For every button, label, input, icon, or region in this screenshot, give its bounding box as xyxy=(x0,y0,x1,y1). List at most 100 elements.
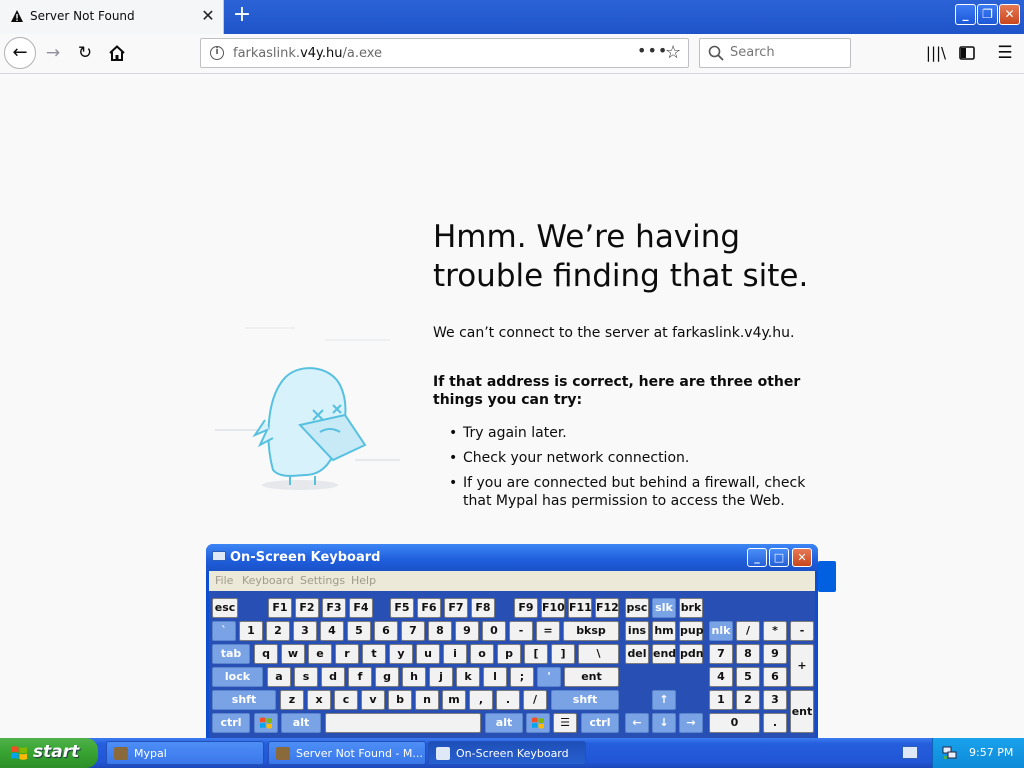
osk-key-right-alt[interactable]: alt xyxy=(485,713,523,733)
url-bar[interactable]: i farkaslink.v4y.hu/a.exe ••• ☆ xyxy=(200,38,689,68)
url-text[interactable]: farkaslink.v4y.hu/a.exe xyxy=(233,46,382,61)
osk-titlebar[interactable]: On-Screen Keyboard _ □ ✕ xyxy=(206,544,818,571)
osk-key-f7[interactable]: F7 xyxy=(444,598,468,618)
osk-key-numpad-1[interactable]: 1 xyxy=(709,690,733,710)
osk-key-e[interactable]: e xyxy=(308,644,332,664)
osk-key-period[interactable]: . xyxy=(496,690,520,710)
osk-key-6[interactable]: 6 xyxy=(374,621,398,641)
osk-key-arrow-down[interactable]: ↓ xyxy=(652,713,676,733)
osk-key-backspace[interactable]: bksp xyxy=(563,621,619,641)
osk-menu-help[interactable]: Help xyxy=(351,574,376,587)
osk-key-s[interactable]: s xyxy=(294,667,318,687)
osk-key-right-shift[interactable]: shft xyxy=(551,690,619,710)
osk-key-end[interactable]: end xyxy=(652,644,676,664)
osk-key-9[interactable]: 9 xyxy=(455,621,479,641)
osk-key-numpad-divide[interactable]: / xyxy=(736,621,760,641)
osk-key-f[interactable]: f xyxy=(348,667,372,687)
osk-key-del[interactable]: del xyxy=(625,644,649,664)
osk-key-f5[interactable]: F5 xyxy=(390,598,414,618)
osk-key-q[interactable]: q xyxy=(254,644,278,664)
osk-key-x[interactable]: x xyxy=(307,690,331,710)
osk-key-1[interactable]: 1 xyxy=(239,621,263,641)
tab-close-icon[interactable]: ✕ xyxy=(198,6,218,26)
forward-button[interactable]: → xyxy=(38,38,68,68)
window-close-button[interactable]: ✕ xyxy=(999,4,1020,25)
osk-key-4[interactable]: 4 xyxy=(320,621,344,641)
osk-key-backslash[interactable]: \ xyxy=(578,644,619,664)
osk-key-numpad-9[interactable]: 9 xyxy=(763,644,787,664)
osk-key-j[interactable]: j xyxy=(429,667,453,687)
library-button[interactable]: |||\ xyxy=(921,38,951,68)
osk-minimize-button[interactable]: _ xyxy=(747,548,767,567)
osk-key-pdn[interactable]: pdn xyxy=(679,644,704,664)
osk-key-y[interactable]: y xyxy=(389,644,413,664)
osk-key-equals[interactable]: = xyxy=(536,621,560,641)
osk-key-f9[interactable]: F9 xyxy=(514,598,538,618)
osk-key-l[interactable]: l xyxy=(483,667,507,687)
osk-key-esc[interactable]: esc xyxy=(212,598,238,618)
osk-key-c[interactable]: c xyxy=(334,690,358,710)
clock[interactable]: 9:57 PM xyxy=(969,746,1013,759)
osk-key-t[interactable]: t xyxy=(362,644,386,664)
osk-key-quote[interactable]: ' xyxy=(537,667,561,687)
osk-key-f12[interactable]: F12 xyxy=(595,598,619,618)
osk-key-f3[interactable]: F3 xyxy=(322,598,346,618)
taskbar-item-server-not-found[interactable]: Server Not Found - M... xyxy=(268,741,426,765)
osk-key-pup[interactable]: pup xyxy=(679,621,704,641)
reload-button[interactable]: ↻ xyxy=(70,38,100,68)
try-again-button[interactable] xyxy=(818,561,836,592)
osk-key-o[interactable]: o xyxy=(470,644,494,664)
window-minimize-button[interactable]: _ xyxy=(955,4,976,25)
osk-key-capslock[interactable]: lock xyxy=(212,667,263,687)
osk-key-p[interactable]: p xyxy=(497,644,521,664)
osk-key-v[interactable]: v xyxy=(361,690,385,710)
osk-key-f1[interactable]: F1 xyxy=(268,598,292,618)
home-button[interactable] xyxy=(102,38,132,68)
osk-key-d[interactable]: d xyxy=(321,667,345,687)
osk-key-f4[interactable]: F4 xyxy=(349,598,373,618)
osk-key-ins[interactable]: ins xyxy=(625,621,649,641)
star-icon[interactable]: ☆ xyxy=(665,42,681,63)
new-tab-button[interactable]: + xyxy=(230,4,254,28)
osk-key-w[interactable]: w xyxy=(281,644,305,664)
osk-key-f10[interactable]: F10 xyxy=(541,598,565,618)
osk-key-r[interactable]: r xyxy=(335,644,359,664)
search-bar[interactable] xyxy=(699,38,851,68)
back-button[interactable]: ← xyxy=(4,37,36,69)
osk-key-8[interactable]: 8 xyxy=(428,621,452,641)
osk-key-arrow-up[interactable]: ↑ xyxy=(652,690,676,710)
osk-key-lbracket[interactable]: [ xyxy=(524,644,548,664)
osk-key-left-windows[interactable] xyxy=(254,713,278,733)
osk-key-numpad-8[interactable]: 8 xyxy=(736,644,760,664)
network-icon[interactable] xyxy=(942,746,958,760)
osk-key-numpad-decimal[interactable]: . xyxy=(763,713,787,733)
osk-key-left-shift[interactable]: shft xyxy=(212,690,276,710)
osk-key-numpad-6[interactable]: 6 xyxy=(763,667,787,687)
osk-key-5[interactable]: 5 xyxy=(347,621,371,641)
osk-key-tab[interactable]: tab xyxy=(212,644,250,664)
osk-menu-file[interactable]: File xyxy=(215,574,233,587)
tab-server-not-found[interactable]: Server Not Found ✕ xyxy=(0,0,224,34)
osk-key-f11[interactable]: F11 xyxy=(568,598,592,618)
osk-key-space[interactable] xyxy=(325,713,481,733)
osk-key-hm[interactable]: hm xyxy=(652,621,676,641)
osk-key-brk[interactable]: brk xyxy=(679,598,703,618)
osk-key-numpad-4[interactable]: 4 xyxy=(709,667,733,687)
osk-key-3[interactable]: 3 xyxy=(293,621,317,641)
osk-key-psc[interactable]: psc xyxy=(625,598,649,618)
menu-button[interactable]: ☰ xyxy=(990,38,1020,68)
osk-menu-keyboard[interactable]: Keyboard xyxy=(242,574,294,587)
osk-key-right-windows[interactable] xyxy=(526,713,550,733)
osk-menu-settings[interactable]: Settings xyxy=(300,574,345,587)
page-actions-icon[interactable]: ••• xyxy=(637,41,668,60)
osk-key-numpad-0[interactable]: 0 xyxy=(709,713,760,733)
osk-key-context-menu[interactable]: ☰ xyxy=(553,713,577,733)
osk-key-f2[interactable]: F2 xyxy=(295,598,319,618)
osk-key-numpad-enter[interactable]: ent xyxy=(790,690,814,733)
osk-key-right-ctrl[interactable]: ctrl xyxy=(581,713,619,733)
osk-key-numpad-3[interactable]: 3 xyxy=(763,690,787,710)
osk-key-nlk[interactable]: nlk xyxy=(709,621,733,641)
osk-key-arrow-right[interactable]: → xyxy=(679,713,703,733)
osk-key-u[interactable]: u xyxy=(416,644,440,664)
osk-close-button[interactable]: ✕ xyxy=(792,548,812,567)
